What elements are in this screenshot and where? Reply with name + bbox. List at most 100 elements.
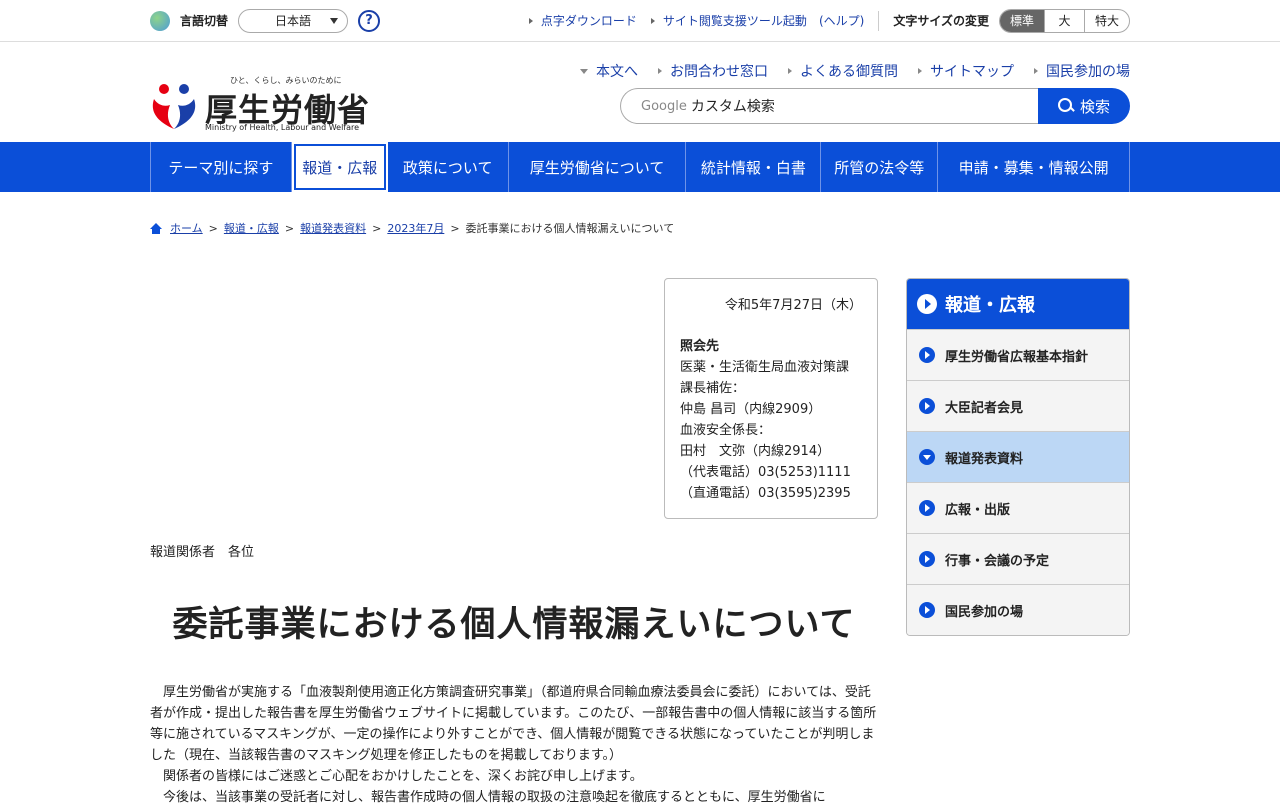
faq-link[interactable]: よくある御質問 bbox=[788, 61, 898, 81]
language-select[interactable]: 日本語 bbox=[238, 8, 349, 33]
breadcrumb-separator: > bbox=[450, 221, 460, 235]
contact-line: 課長補佐： bbox=[680, 381, 746, 396]
help-link[interactable]: (ヘルプ) bbox=[819, 12, 864, 29]
sitemap-link[interactable]: サイトマップ bbox=[918, 61, 1014, 81]
search-icon bbox=[1057, 98, 1074, 114]
breadcrumb-current: 委託事業における個人情報漏えいについて bbox=[465, 222, 675, 235]
globe-icon bbox=[150, 10, 170, 31]
google-label: Google bbox=[641, 98, 687, 114]
side-nav: 報道・広報 厚生労働省広報基本指針 大臣記者会見 報道発表資料 広報・出版 行事… bbox=[906, 278, 1130, 636]
site-header: ひと、くらし、みらいのために 厚生労働省 Ministry of Health,… bbox=[0, 42, 1280, 142]
side-item-label: 厚生労働省広報基本指針 bbox=[945, 349, 1089, 365]
arrow-right-icon bbox=[918, 68, 922, 74]
breadcrumb-separator: > bbox=[284, 221, 295, 235]
contact-heading: 照会先 bbox=[680, 339, 720, 354]
side-item-participation[interactable]: 国民参加の場 bbox=[907, 584, 1129, 635]
nav-policy[interactable]: 政策について bbox=[388, 142, 509, 192]
search-placeholder: カスタム検索 bbox=[690, 99, 775, 115]
arrow-right-icon bbox=[788, 68, 792, 74]
site-search: Google カスタム検索 検索 bbox=[620, 88, 1130, 124]
contact-line: 血液安全係長： bbox=[680, 423, 772, 438]
nav-press[interactable]: 報道・広報 bbox=[293, 144, 386, 190]
contact-link[interactable]: お問合わせ窓口 bbox=[658, 61, 768, 81]
nav-statistics[interactable]: 統計情報・白書 bbox=[686, 142, 822, 192]
contact-line: 医薬・生活衛生局血液対策課 bbox=[680, 360, 850, 375]
contact-box: 令和5年7月27日（木） 照会先 医薬・生活衛生局血液対策課 課長補佐： 仲島 … bbox=[664, 278, 878, 519]
search-button[interactable]: 検索 bbox=[1038, 88, 1130, 124]
public-participation-label: 国民参加の場 bbox=[1046, 64, 1130, 80]
contact-line: 仲島 昌司（内線2909） bbox=[680, 402, 822, 417]
sitemap-label: サイトマップ bbox=[930, 64, 1014, 80]
contact-label: お問合わせ窓口 bbox=[670, 64, 768, 80]
side-item-press-conference[interactable]: 大臣記者会見 bbox=[907, 380, 1129, 431]
language-label: 言語切替 bbox=[180, 14, 229, 28]
arrow-circle-icon bbox=[919, 500, 935, 516]
utility-bar: 言語切替 日本語 ? 点字ダウンロード サイト閲覧支援ツール起動 (ヘルプ) 文… bbox=[0, 0, 1280, 42]
side-item-label: 大臣記者会見 bbox=[945, 400, 1024, 416]
arrow-circle-icon bbox=[919, 398, 935, 414]
ministry-logo-icon bbox=[152, 84, 196, 129]
public-participation-link[interactable]: 国民参加の場 bbox=[1034, 61, 1130, 81]
side-item-press-releases[interactable]: 報道発表資料 bbox=[907, 431, 1129, 482]
arrow-circle-icon bbox=[917, 294, 937, 314]
side-nav-heading-label: 報道・広報 bbox=[945, 295, 1035, 316]
contact-line: （直通電話）03(3595)2395 bbox=[680, 486, 851, 501]
font-size-standard-button[interactable]: 標準 bbox=[999, 9, 1044, 32]
paragraph: 厚生労働省が実施する「血液製剤使用適正化方策調査研究事業」（都道府県合同輸血療法… bbox=[150, 685, 877, 763]
contact-line: 田村 文弥（内線2914） bbox=[680, 444, 831, 459]
contact-line: （代表電話）03(5253)1111 bbox=[680, 465, 851, 480]
font-size-group: 標準 大 特大 bbox=[998, 8, 1130, 33]
faq-label: よくある御質問 bbox=[800, 64, 898, 80]
nav-theme[interactable]: テーマ別に探す bbox=[151, 142, 292, 192]
divider bbox=[878, 10, 880, 31]
site-logo[interactable]: ひと、くらし、みらいのために 厚生労働省 Ministry of Health,… bbox=[150, 75, 369, 133]
breadcrumb-home[interactable]: ホーム bbox=[170, 220, 203, 236]
side-item-label: 国民参加の場 bbox=[945, 604, 1024, 620]
breadcrumb-press[interactable]: 報道・広報 bbox=[224, 220, 279, 236]
arrow-circle-icon bbox=[919, 347, 935, 363]
accessibility-tool-link[interactable]: サイト閲覧支援ツール起動 bbox=[650, 12, 807, 29]
font-size-xlarge-button[interactable]: 特大 bbox=[1083, 9, 1129, 32]
side-item-publications[interactable]: 広報・出版 bbox=[907, 482, 1129, 533]
arrow-right-icon bbox=[650, 17, 655, 24]
font-size-label: 文字サイズの変更 bbox=[893, 14, 989, 28]
search-button-label: 検索 bbox=[1079, 97, 1110, 116]
font-size-large-button[interactable]: 大 bbox=[1043, 9, 1084, 32]
language-select-value: 日本語 bbox=[275, 14, 312, 28]
breadcrumb: ホーム > 報道・広報 > 報道発表資料 > 2023年7月 > 委託事業におけ… bbox=[150, 220, 674, 236]
arrow-down-icon bbox=[580, 68, 588, 74]
side-item-label: 広報・出版 bbox=[945, 502, 1011, 518]
paragraph: 関係者の皆様にはご迷惑とご心配をおかけしたことを、深くお詫び申し上げます。 bbox=[163, 769, 643, 784]
search-input[interactable]: Google カスタム検索 bbox=[620, 88, 1038, 124]
arrow-circle-icon bbox=[919, 602, 935, 618]
side-item-events[interactable]: 行事・会議の予定 bbox=[907, 533, 1129, 584]
logo-english: Ministry of Health, Labour and Welfare bbox=[205, 123, 360, 132]
utility-links: 点字ダウンロード サイト閲覧支援ツール起動 (ヘルプ) 文字サイズの変更 標準 … bbox=[515, 8, 1130, 33]
breadcrumb-month[interactable]: 2023年7月 bbox=[387, 220, 444, 236]
global-nav: テーマ別に探す 報道・広報 政策について 厚生労働省について 統計情報・白書 所… bbox=[0, 142, 1280, 192]
arrow-right-icon bbox=[658, 68, 662, 74]
home-icon bbox=[150, 222, 162, 234]
side-item-pr-policy[interactable]: 厚生労働省広報基本指針 bbox=[907, 329, 1129, 380]
breadcrumb-press-releases[interactable]: 報道発表資料 bbox=[300, 220, 366, 236]
chevron-down-icon bbox=[330, 17, 339, 24]
skip-to-content-label: 本文へ bbox=[596, 64, 638, 80]
help-icon[interactable]: ? bbox=[358, 9, 381, 32]
nav-laws[interactable]: 所管の法令等 bbox=[821, 142, 939, 192]
breadcrumb-separator: > bbox=[372, 221, 382, 235]
arrow-right-icon bbox=[528, 17, 533, 24]
braille-download-link[interactable]: 点字ダウンロード bbox=[528, 12, 637, 29]
article-body: 厚生労働省が実施する「血液製剤使用適正化方策調査研究事業」（都道府県合同輸血療法… bbox=[150, 682, 882, 808]
skip-to-content-link[interactable]: 本文へ bbox=[580, 61, 638, 81]
side-nav-heading[interactable]: 報道・広報 bbox=[907, 279, 1129, 329]
addressee: 報道関係者 各位 bbox=[150, 545, 255, 560]
page-title: 委託事業における個人情報漏えいについて bbox=[172, 605, 856, 645]
nav-about[interactable]: 厚生労働省について bbox=[509, 142, 687, 192]
arrow-circle-icon bbox=[919, 551, 935, 567]
header-links: 本文へ お問合わせ窓口 よくある御質問 サイトマップ 国民参加の場 bbox=[560, 61, 1130, 81]
side-item-label: 報道発表資料 bbox=[945, 451, 1024, 467]
arrow-down-circle-icon bbox=[919, 449, 935, 465]
nav-applications[interactable]: 申請・募集・情報公開 bbox=[938, 142, 1130, 192]
side-item-label: 行事・会議の予定 bbox=[945, 553, 1050, 569]
arrow-right-icon bbox=[1034, 68, 1038, 74]
